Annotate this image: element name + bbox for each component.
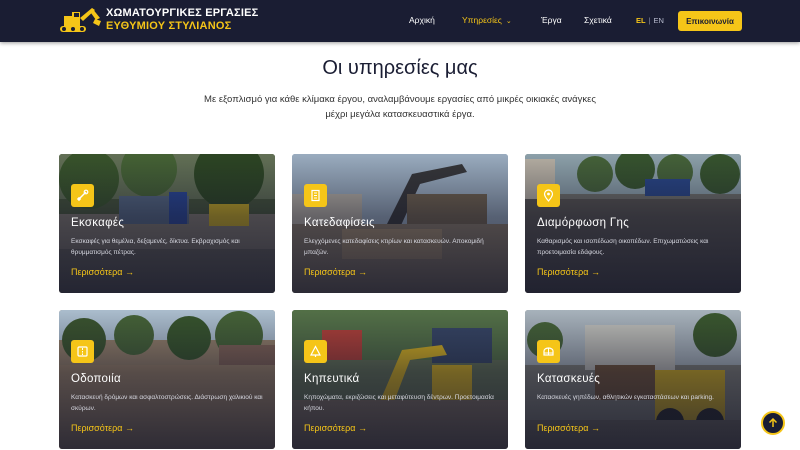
card-more-link[interactable]: Περισσότερα → [304,267,367,277]
nav-home[interactable]: Αρχική [409,15,435,25]
excavator-logo-icon [60,8,101,32]
service-card-demolitions[interactable]: Κατεδαφίσεις Ελεγχόμενες κατεδαφίσεις κτ… [292,154,508,293]
scroll-to-top-button[interactable] [761,411,785,435]
section-subtitle: Με εξοπλισμό για κάθε κλίμακα έργου, ανα… [204,94,596,120]
service-card-excavations[interactable]: Εκσκαφές Εκσκαφές για θεμέλια, δεξαμενές… [59,154,275,293]
logo-title: ΧΩΜΑΤΟΥΡΓΙΚΕΣ ΕΡΓΑΣΙΕΣ [106,7,259,19]
tree-icon [304,340,327,363]
card-description: Ελεγχόμενες κατεδαφίσεις κτιρίων και κατ… [304,238,484,256]
card-title: Εκσκαφές [71,217,125,229]
nav-projects[interactable]: Έργα [541,15,562,25]
card-title: Διαμόρφωση Γης [537,217,630,229]
card-description: Εκσκαφές για θεμέλια, δεξαμενές, δίκτυα.… [71,238,240,256]
site-header: ΧΩΜΑΤΟΥΡΓΙΚΕΣ ΕΡΓΑΣΙΕΣ ΕΥΘΥΜΙΟΥ ΣΤΥΛΙΑΝΟ… [0,0,800,42]
nav-services-label: Υπηρεσίες [462,15,502,25]
stadium-icon [537,340,560,363]
service-card-land-shaping[interactable]: Διαμόρφωση Γης Καθαρισμός και ισοπέδωση … [525,154,741,293]
card-more-link[interactable]: Περισσότερα → [537,267,600,277]
nav-about[interactable]: Σχετικά [584,15,612,25]
card-description: Καθαρισμός και ισοπέδωση οικοπέδων. Επιχ… [537,238,709,256]
nav-services[interactable]: Υπηρεσίες ⌄ [462,15,512,25]
lang-separator: | [648,16,651,25]
card-description: Κατασκευές γηπέδων, αθλητικών εγκαταστάσ… [537,394,714,401]
card-title: Οδοποιία [71,373,121,385]
chevron-down-icon: ⌄ [505,18,512,25]
language-switcher: EL | EN [636,16,664,25]
shovel-icon [71,184,94,207]
section-title: Οι υπηρεσίες μας [322,57,478,79]
card-more-link[interactable]: Περισσότερα → [71,423,134,433]
service-card-constructions[interactable]: Κατασκευές Κατασκευές γηπέδων, αθλητικών… [525,310,741,449]
lang-en[interactable]: EN [654,16,664,25]
road-icon [71,340,94,363]
card-title: Κηπευτικά [304,373,360,385]
card-title: Κατασκευές [537,373,601,385]
logo-subtitle: ΕΥΘΥΜΙΟΥ ΣΤΥΛΙΑΝΟΣ [106,20,232,32]
card-description: Κηποχώματα, εκριζώσεις και μεταφύτευση δ… [304,394,494,412]
card-title: Κατεδαφίσεις [304,217,375,229]
lang-el[interactable]: EL [636,16,646,25]
card-more-link[interactable]: Περισσότερα → [304,423,367,433]
card-more-link[interactable]: Περισσότερα → [537,423,600,433]
card-description: Κατασκευή δρόμων και ασφαλτοστρώσεις. Δι… [71,394,263,412]
service-card-gardening[interactable]: Κηπευτικά Κηποχώματα, εκριζώσεις και μετ… [292,310,508,449]
arrow-up-icon [768,418,778,427]
map-pin-icon [537,184,560,207]
card-more-link[interactable]: Περισσότερα → [71,267,134,277]
logo[interactable]: ΧΩΜΑΤΟΥΡΓΙΚΕΣ ΕΡΓΑΣΙΕΣ ΕΥΘΥΜΙΟΥ ΣΤΥΛΙΑΝΟ… [58,4,258,36]
building-icon [304,184,327,207]
service-card-roadworks[interactable]: Οδοποιία Κατασκευή δρόμων και ασφαλτοστρ… [59,310,275,449]
contact-button[interactable]: Επικοινωνία [678,11,742,31]
